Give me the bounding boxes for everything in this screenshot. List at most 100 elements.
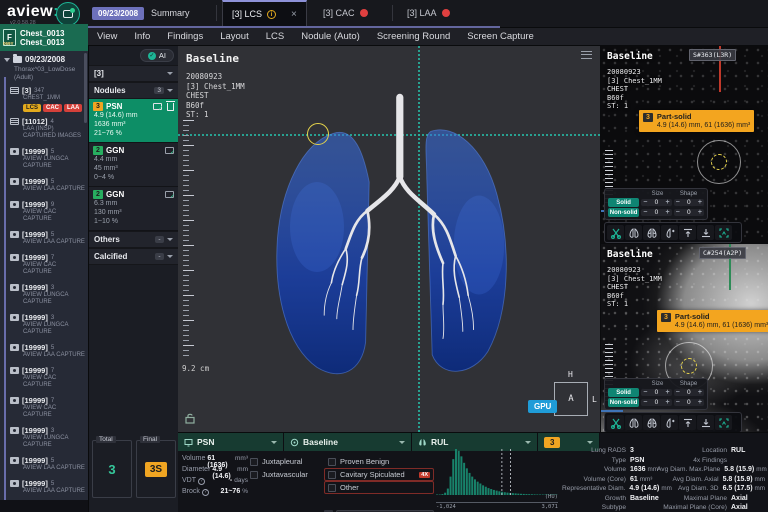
series-item[interactable]: [19999] 7 AVIEW CAC CAPTURE [0,251,88,281]
nonsolid-size-stepper[interactable]: −0+ [641,399,671,406]
solid-size-stepper[interactable]: −0+ [641,199,671,206]
menu-item[interactable]: Findings [167,31,203,42]
series-item[interactable]: [3] 347 Chest_1MM LCSCACLAA [0,84,88,115]
split-tool-icon[interactable] [607,415,624,430]
orientation-cube[interactable]: A [554,382,588,416]
solid-shape-stepper[interactable]: −0+ [674,389,704,396]
increment-button[interactable]: + [666,399,670,406]
series-item[interactable]: [19999] 7 AVIEW CAC CAPTURE [0,394,88,424]
close-icon[interactable]: × [291,9,297,20]
series-item[interactable]: [19999] 5 AVIEW LAA CAPTURE [0,341,88,364]
lungs-lobes-icon[interactable] [643,225,660,240]
series-item[interactable]: [19999] 7 AVIEW CAC CAPTURE [0,364,88,394]
checkbox-row[interactable]: Juxtapleural [250,455,322,468]
solid-shape-stepper[interactable]: −0+ [674,199,704,206]
nodules-section-header[interactable]: Nodules 3 [89,82,178,99]
decrement-button[interactable]: − [676,199,680,206]
increment-button[interactable]: + [666,199,670,206]
increment-button[interactable]: + [698,199,702,206]
capture-icon[interactable] [165,191,174,198]
nonsolid-size-stepper[interactable]: −0+ [641,209,671,216]
checkbox[interactable] [328,484,336,492]
tab-cac[interactable]: [3] CAC [314,0,377,26]
solid-button[interactable]: Solid [608,388,639,397]
calcified-section-header[interactable]: Calcified - [89,248,178,265]
menu-item[interactable]: Info [134,31,150,42]
auto-segment-icon[interactable] [715,415,732,430]
series-item[interactable]: [19999] 5 AVIEW LAA CAPTURE [0,175,88,198]
series-item[interactable]: [19999] 3 AVIEW LUNGCA CAPTURE [0,424,88,454]
info-icon[interactable] [198,478,205,485]
viewport-3d[interactable]: Baseline 20080923 [3] Chest_1MM CHEST B6… [178,46,600,432]
lungs-both-icon[interactable] [625,415,642,430]
align-top-icon[interactable] [679,225,696,240]
menu-item[interactable]: LCS [266,31,284,42]
decrement-button[interactable]: − [676,389,680,396]
tab-summary[interactable]: 09/23/2008 Summary [86,0,196,26]
series-item[interactable]: [19999] 9 AVIEW CAC CAPTURE [0,198,88,228]
others-section-header[interactable]: Others - [89,231,178,248]
checkbox-row[interactable]: Other [324,481,434,494]
align-top-icon[interactable] [679,415,696,430]
tab-laa[interactable]: [3] LAA [398,0,459,26]
info-icon[interactable] [202,489,209,496]
study-group-header[interactable]: 09/23/2008 [0,51,88,65]
decrement-button[interactable]: − [643,199,647,206]
series-group-row[interactable]: [3] [89,65,178,82]
menu-item[interactable]: Layout [220,31,249,42]
nodule-card[interactable]: 2 GGN 6.3 mm 130 mm³ 1~10 % [89,187,178,231]
checkbox[interactable] [328,471,336,479]
series-item[interactable]: [19999] 3 AVIEW LUNGCA CAPTURE [0,311,88,341]
nonsolid-shape-stepper[interactable]: −0+ [674,399,704,406]
timepoint-select[interactable]: Baseline [284,433,412,451]
series-item[interactable]: [19999] 3 AVIEW LUNGCA CAPTURE [0,281,88,311]
panel-menu-icon[interactable] [581,51,592,59]
capture-icon[interactable] [153,103,162,110]
decrement-button[interactable]: − [676,209,680,216]
checkbox[interactable] [328,458,336,466]
workspace-icon[interactable] [56,2,80,26]
nodule-annotation[interactable]: 3 Part-solid4.9 (14.6) mm, 61 (1636) mm³ [657,310,768,332]
delete-icon[interactable] [167,103,174,111]
increment-button[interactable]: + [698,209,702,216]
checkbox[interactable] [250,471,258,479]
checkbox-row[interactable]: Cavitary Spiculated 4X [324,468,434,481]
patient-banner[interactable]: F069Y Chest_0013 Chest_0013 [0,24,88,51]
browser-scrollbar[interactable] [84,53,87,123]
nonsolid-shape-stepper[interactable]: −0+ [674,209,704,216]
series-item[interactable]: [19999] 5 AVIEW LAA CAPTURE [0,454,88,477]
checkbox[interactable] [250,458,258,466]
lung-single-icon[interactable] [661,415,678,430]
nodule-annotation[interactable]: 3 Part-solid4.9 (14.6) mm, 61 (1636) mm³ [639,110,754,132]
nodule-marker[interactable] [307,123,329,145]
lungs-both-icon[interactable] [625,225,642,240]
increment-button[interactable]: + [698,399,702,406]
checkbox-row[interactable]: Proven Benign [324,455,434,468]
series-item[interactable]: [19999] 5 AVIEW LAA CAPTURE [0,228,88,251]
align-bottom-icon[interactable] [697,225,714,240]
capture-icon[interactable] [165,147,174,154]
decrement-button[interactable]: − [676,399,680,406]
solid-button[interactable]: Solid [608,198,639,207]
menu-item[interactable]: View [97,31,117,42]
align-bottom-icon[interactable] [697,415,714,430]
ai-toggle-button[interactable]: AI [140,49,174,62]
split-tool-icon[interactable] [607,225,624,240]
menu-item[interactable]: Screening Round [377,31,450,42]
nodule-card[interactable]: 3 PSN 4.9 (14.6) mm 1636 mm³ 21~76 % [89,99,178,143]
lock-icon[interactable] [184,412,196,424]
tab-lcs[interactable]: [3] LCS × [222,0,307,26]
nodule-type-select[interactable]: PSN [178,433,284,451]
decrement-button[interactable]: − [643,209,647,216]
series-item[interactable]: [11012] 4 LAA (INSP) Captured Images [0,115,88,145]
increment-button[interactable]: + [666,209,670,216]
series-item[interactable]: [19999] 5 AVIEW LAA CAPTURE [0,477,88,500]
menu-item[interactable]: Screen Capture [467,31,534,42]
series-item[interactable]: [19999] 5 AVIEW LUNGCA CAPTURE [0,145,88,175]
lung-single-icon[interactable] [661,225,678,240]
checkbox-row[interactable]: Juxtavascular [250,468,322,481]
nonsolid-button[interactable]: Non-solid [608,398,639,407]
decrement-button[interactable]: − [643,389,647,396]
menu-item[interactable]: Nodule (Auto) [301,31,360,42]
nodule-card[interactable]: 2 GGN 4.4 mm 45 mm³ 0~4 % [89,143,178,187]
